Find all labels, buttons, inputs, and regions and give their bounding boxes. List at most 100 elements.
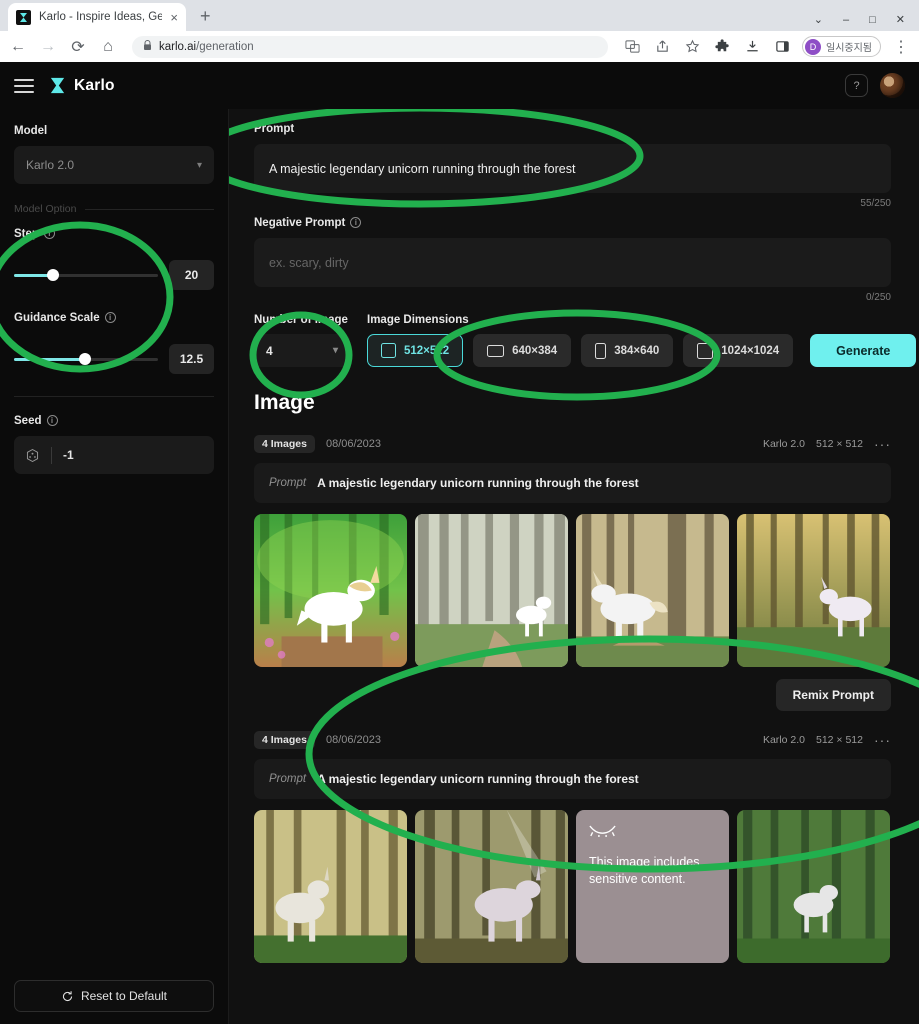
result-prompt-key: Prompt — [269, 477, 307, 489]
profile-pill[interactable]: D 일시중지됨 — [802, 36, 881, 57]
sidepanel-icon[interactable] — [772, 37, 792, 57]
home-icon[interactable]: ⌂ — [98, 37, 118, 57]
sensitive-content-overlay[interactable]: This image includes sensitive content. — [576, 810, 729, 963]
seed-input[interactable]: -1 — [14, 436, 214, 474]
help-question-icon[interactable]: ? — [845, 74, 868, 97]
prompt-counter: 55/250 — [860, 198, 891, 209]
guidance-slider-row: 12.5 — [14, 344, 214, 374]
result-prompt-value: A majestic legendary unicorn running thr… — [317, 772, 639, 786]
model-select-value: Karlo 2.0 — [26, 158, 75, 172]
info-icon[interactable]: i — [46, 415, 58, 426]
model-label: Model — [14, 125, 48, 137]
prompt-input[interactable]: A majestic legendary unicorn running thr… — [254, 144, 891, 193]
extensions-icon[interactable] — [712, 37, 732, 57]
dice-icon[interactable] — [25, 448, 40, 463]
aspect-ratio-icon — [487, 344, 505, 357]
guidance-label-text: Guidance Scale — [14, 312, 100, 324]
info-icon[interactable]: i — [350, 217, 362, 228]
result-date: 08/06/2023 — [325, 438, 382, 450]
result-prompt-key: Prompt — [269, 773, 307, 785]
result-thumbnails: This image includes sensitive content. — [254, 810, 891, 963]
share-icon[interactable] — [652, 37, 672, 57]
address-bar[interactable]: karlo.ai/generation — [132, 35, 608, 58]
user-avatar[interactable] — [880, 73, 905, 98]
dimension-chip-512×512[interactable]: 512×512 — [367, 334, 464, 367]
guidance-slider[interactable] — [14, 352, 158, 366]
result-card-header: 4 Images 08/06/2023 Karlo 2.0 512 × 512 … — [254, 731, 891, 749]
negative-prompt-label: Negative Prompt i — [254, 217, 891, 229]
window-close-button[interactable]: ✕ — [896, 13, 905, 26]
app-brand: Karlo — [74, 76, 115, 94]
slider-knob[interactable] — [46, 269, 59, 281]
result-card-header: 4 Images 08/06/2023 Karlo 2.0 512 × 512 … — [254, 435, 891, 453]
result-thumbnail[interactable] — [254, 810, 407, 963]
dimension-chip-1024×1024[interactable]: 1024×1024 — [683, 334, 794, 367]
forward-icon[interactable]: → — [38, 37, 58, 57]
refresh-icon — [62, 990, 73, 1001]
remix-prompt-button[interactable]: Remix Prompt — [775, 679, 891, 711]
back-icon[interactable]: ← — [8, 37, 28, 57]
tab-title: Karlo - Inspire Ideas, Generate | — [39, 11, 163, 23]
result-prompt-bar: Prompt A majestic legendary unicorn runn… — [254, 759, 891, 799]
app-header: Karlo ? — [0, 62, 919, 109]
step-slider[interactable] — [14, 268, 158, 282]
url-domain: karlo.ai — [159, 40, 197, 53]
dimension-chip-640×384[interactable]: 640×384 — [473, 334, 572, 367]
reset-to-default-button[interactable]: Reset to Default — [14, 980, 214, 1012]
bookmark-star-icon[interactable] — [682, 37, 702, 57]
info-icon[interactable]: i — [43, 228, 55, 239]
generation-controls: Number of image 4 ▾ Image Dimensions 512… — [254, 314, 917, 367]
dimension-chip-label: 512×512 — [404, 344, 450, 357]
result-card: 4 Images 08/06/2023 Karlo 2.0 512 × 512 … — [254, 731, 891, 963]
hamburger-icon[interactable] — [14, 78, 34, 93]
result-model: Karlo 2.0 — [762, 438, 805, 450]
prompt-label: Prompt — [254, 123, 295, 135]
chevron-down-icon[interactable]: ⌄ — [814, 13, 823, 26]
result-thumbnail[interactable] — [737, 514, 890, 667]
result-thumbnail[interactable] — [737, 810, 890, 963]
chevron-down-icon: ▾ — [196, 159, 202, 171]
result-size: 512 × 512 — [815, 734, 863, 746]
settings-sidebar: Model Karlo 2.0 ▾ Model Option Stepi 20 — [0, 109, 229, 1024]
close-icon[interactable]: × — [170, 11, 178, 24]
more-options-icon[interactable]: ··· — [874, 732, 891, 748]
browser-tab[interactable]: Karlo - Inspire Ideas, Generate | × — [8, 3, 186, 31]
aspect-ratio-icon — [381, 343, 396, 358]
profile-status: 일시중지됨 — [826, 43, 872, 54]
aspect-ratio-icon — [595, 342, 607, 359]
status-badge: 4 Images — [254, 731, 315, 749]
more-options-icon[interactable]: ··· — [874, 436, 891, 452]
slider-knob[interactable] — [78, 353, 91, 365]
info-icon[interactable]: i — [104, 312, 116, 323]
chevron-down-icon: ▾ — [332, 345, 338, 356]
model-option-label: Model Option — [14, 203, 77, 215]
slider-fill — [14, 357, 85, 361]
step-slider-row: 20 — [14, 260, 214, 290]
result-thumbnail[interactable] — [415, 810, 568, 963]
window-controls: ⌄ – □ ✕ — [814, 13, 919, 31]
image-dimensions-chips: 512×512 640×384 384×640 1024×1024 — [367, 334, 794, 367]
generate-button[interactable]: Generate — [810, 334, 917, 367]
reload-icon[interactable]: ⟳ — [68, 37, 88, 57]
result-thumbnail[interactable] — [254, 514, 407, 667]
model-select[interactable]: Karlo 2.0 ▾ — [14, 146, 214, 184]
number-of-image-select[interactable]: 4 ▾ — [254, 334, 350, 367]
karlo-logo-icon — [50, 77, 65, 94]
new-tab-button[interactable]: + — [200, 6, 211, 31]
status-badge: 4 Images — [254, 435, 315, 453]
guidance-value[interactable]: 12.5 — [169, 344, 214, 374]
step-value[interactable]: 20 — [169, 260, 214, 290]
minimize-button[interactable]: – — [843, 14, 849, 26]
reset-label: Reset to Default — [80, 989, 168, 1003]
browser-menu-icon[interactable]: ⋮ — [891, 37, 911, 57]
result-thumbnail[interactable] — [415, 514, 568, 667]
negative-prompt-input[interactable]: ex. scary, dirty — [254, 238, 891, 287]
downloads-icon[interactable] — [742, 37, 762, 57]
seed-label: Seed i — [14, 415, 214, 427]
maximize-button[interactable]: □ — [869, 14, 876, 26]
negative-prompt-counter: 0/250 — [865, 292, 891, 303]
sensitive-content-message: This image includes sensitive content. — [589, 855, 700, 886]
dimension-chip-384×640[interactable]: 384×640 — [581, 334, 674, 367]
translate-icon[interactable] — [622, 37, 642, 57]
result-thumbnail[interactable] — [576, 514, 729, 667]
